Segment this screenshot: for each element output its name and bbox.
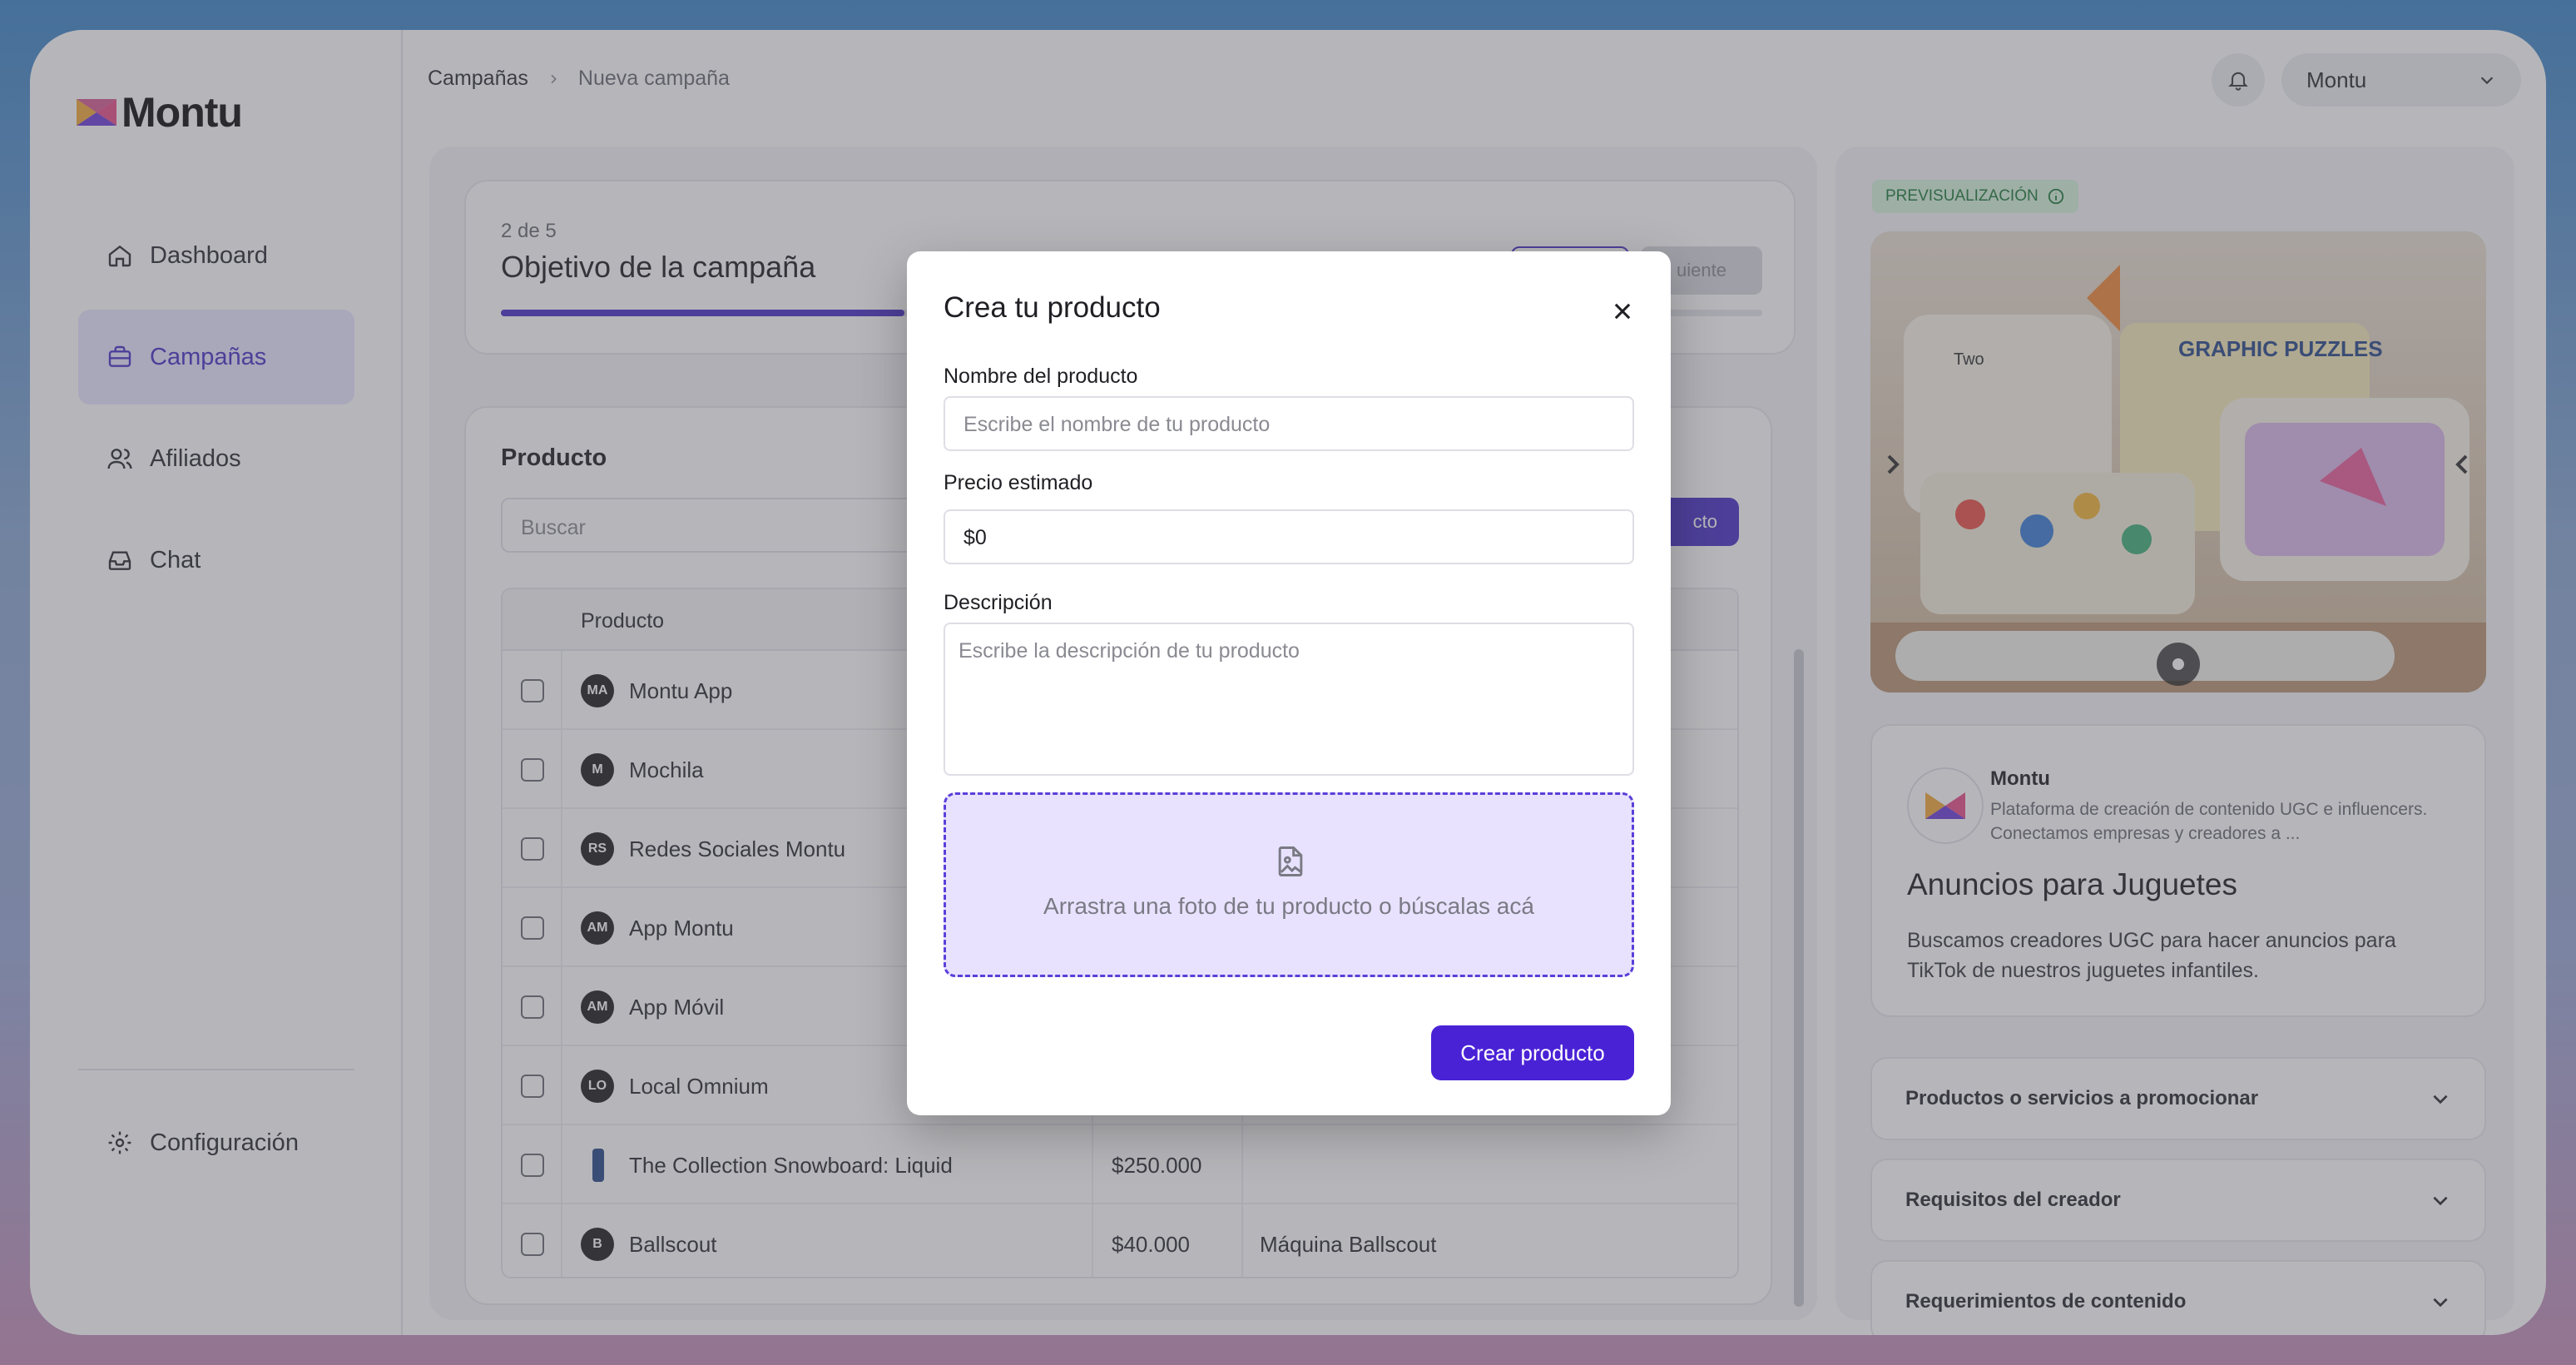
modal-title: Crea tu producto [944, 291, 1161, 324]
product-name-input[interactable]: Escribe el nombre de tu producto [944, 396, 1634, 451]
image-dropzone[interactable]: Arrastra una foto de tu producto o búsca… [944, 792, 1634, 977]
create-product-modal: Crea tu producto Nombre del producto Esc… [907, 251, 1671, 1115]
close-button[interactable] [1606, 295, 1639, 328]
image-upload-icon [1278, 846, 1303, 876]
description-label: Descripción [944, 591, 1053, 614]
create-product-button[interactable]: Crear producto [1431, 1025, 1634, 1080]
product-name-label: Nombre del producto [944, 365, 1138, 388]
price-label: Precio estimado [944, 471, 1093, 494]
close-icon [1614, 303, 1631, 320]
price-input[interactable]: $0 [944, 509, 1634, 564]
description-textarea[interactable]: Escribe la descripción de tu producto [944, 623, 1634, 776]
dropzone-text: Arrastra una foto de tu producto o búsca… [1043, 893, 1534, 919]
